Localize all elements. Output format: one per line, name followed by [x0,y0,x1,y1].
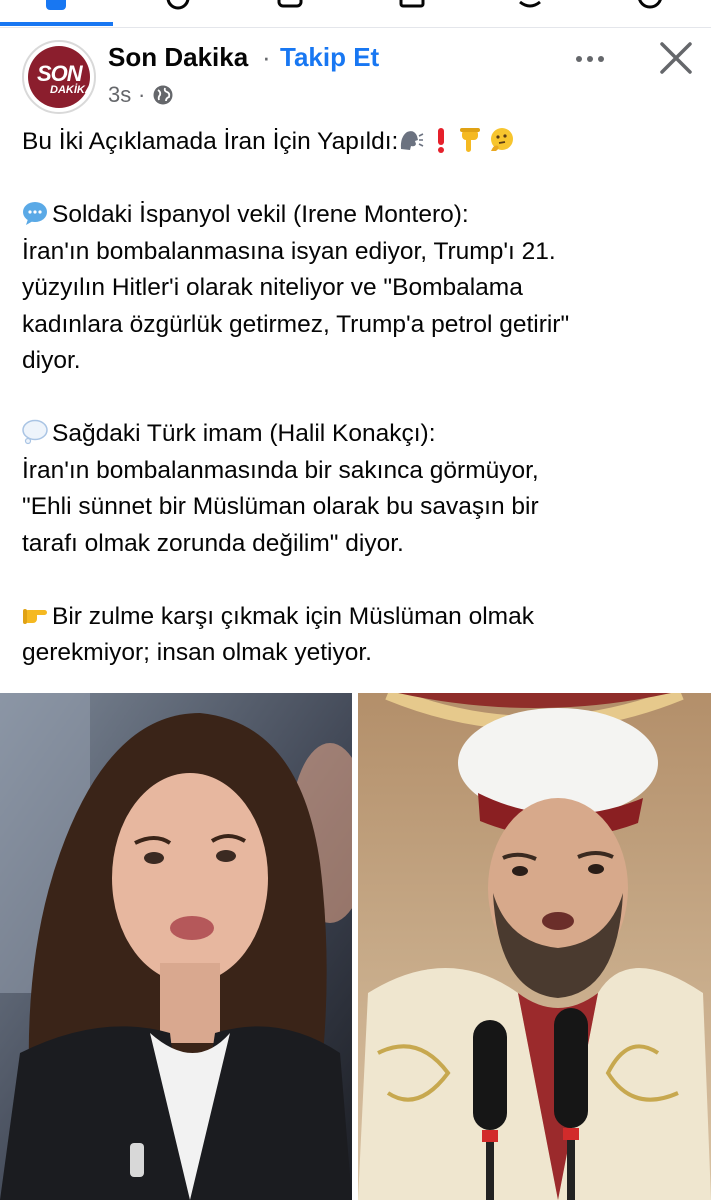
home-icon[interactable] [42,0,70,14]
page-avatar[interactable]: SON DAKİKA [22,40,96,114]
pointing-down-icon [458,127,484,153]
more-options-button[interactable] [570,42,610,76]
thinking-face-icon [488,127,514,153]
speech-bubble-icon [22,200,48,226]
menu-icon[interactable] [636,0,664,14]
notifications-icon[interactable] [516,0,544,14]
more-dot-icon [598,56,604,62]
right-heading-line: Sağdaki Türk imam (Halil Konakçı): [22,416,692,453]
left-heading: Soldaki İspanyol vekil (Irene Montero): [52,201,469,228]
right-heading: Sağdaki Türk imam (Halil Konakçı): [52,420,436,447]
post-message: Bu İki Açıklamada İran İçin Yapıldı: Sol… [22,124,692,672]
text-line: "Ehli sünnet bir Müslüman olarak bu sava… [22,493,539,520]
close-icon[interactable] [654,36,698,80]
text-line: diyor. [22,347,81,374]
avatar-logo: SON DAKİKA [28,46,93,108]
active-tab-indicator [0,22,113,26]
text-line: tarafı olmak zorunda değilim" diyor. [22,529,404,557]
marketplace-icon[interactable] [398,0,426,14]
post-header: SON DAKİKA Son Dakika · Takip Et 3s · [0,28,711,120]
friends-icon[interactable] [164,0,192,14]
text-line: gerekmiyor; insan olmak yetiyor. [22,639,372,666]
globe-icon [152,84,174,106]
text-line: İran'ın bombalanmasında bir sakınca görm… [22,456,539,484]
more-dot-icon [576,56,582,62]
video-icon[interactable] [276,0,304,14]
post-photo-right[interactable] [358,693,711,1200]
follow-button[interactable]: Takip Et [280,42,379,73]
post-title-line: Bu İki Açıklamada İran İçin Yapıldı: [22,124,692,161]
post-title: Bu İki Açıklamada İran İçin Yapıldı: [22,128,399,155]
name-separator: · [262,42,271,72]
text-line: kadınlara özgürlük getirmez, Trump'a pet… [22,310,570,338]
post-photo-left[interactable] [0,693,352,1200]
speaking-head-icon [398,127,424,153]
text-line: yüzyılın Hitler'i olarak niteliyor ve "B… [22,274,523,301]
avatar-logo-text-bottom: DAKİKA [50,84,93,96]
page-name-link[interactable]: Son Dakika [108,42,248,73]
meta-separator: · [138,82,146,107]
thought-bubble-icon [22,419,48,445]
closing-text: Bir zulme karşı çıkmak için Müslüman olm… [52,602,534,630]
closing-line: Bir zulme karşı çıkmak için Müslüman olm… [22,599,692,636]
top-tab-bar [0,0,711,28]
left-heading-line: Soldaki İspanyol vekil (Irene Montero): [22,197,692,234]
post-timestamp[interactable]: 3s [108,82,131,108]
exclamation-icon [428,127,454,153]
text-line: İran'ın bombalanmasına isyan ediyor, Tru… [22,237,556,265]
pointing-right-icon [22,602,48,628]
more-dot-icon [587,56,593,62]
